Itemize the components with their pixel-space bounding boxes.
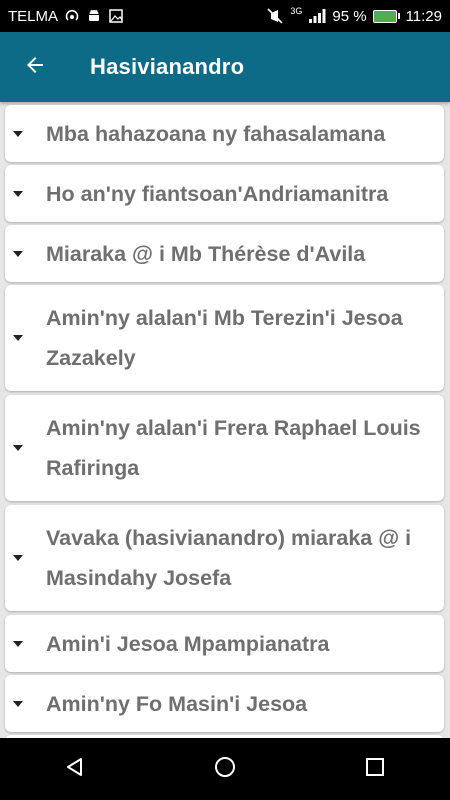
list-item-label: Mba hahazoana ny fahasalamana bbox=[46, 121, 386, 146]
circle-home-icon bbox=[213, 755, 237, 784]
list-item[interactable]: Amin'ny alalan'i Frera Raphael Louis Raf… bbox=[5, 395, 444, 501]
network-type: 3G bbox=[290, 6, 303, 16]
caret-down-icon bbox=[13, 700, 23, 707]
caret-down-icon bbox=[13, 555, 23, 561]
nav-home-button[interactable] bbox=[195, 739, 255, 799]
wifi-hotspot-icon bbox=[64, 8, 80, 24]
triangle-back-icon bbox=[64, 756, 86, 783]
nav-back-button[interactable] bbox=[45, 739, 105, 799]
nav-recents-button[interactable] bbox=[345, 739, 405, 799]
caret-down-icon bbox=[13, 445, 23, 451]
list-item-label: Amin'ny Fo Masin'i Jesoa bbox=[46, 691, 308, 716]
list-item[interactable]: Miaraka @ i Mb Thérèse d'Avila bbox=[5, 225, 444, 282]
battery-icon bbox=[372, 9, 400, 23]
caret-down-icon bbox=[13, 130, 23, 137]
list-item[interactable]: Amin'i Jesoa Mpampianatra bbox=[5, 615, 444, 672]
status-bar-left: TELMA bbox=[8, 8, 124, 25]
list-item-label: Amin'ny alalan'i Frera Raphael Louis Raf… bbox=[46, 416, 421, 480]
app-bar: Hasivianandro bbox=[0, 32, 450, 102]
caret-down-icon bbox=[13, 250, 23, 257]
prayer-list: Mba hahazoana ny fahasalamana Ho an'ny f… bbox=[0, 102, 450, 738]
caret-down-icon bbox=[13, 640, 23, 647]
square-recents-icon bbox=[364, 756, 386, 783]
list-item-label: Vavaka (hasivianandro) miaraka @ i Masin… bbox=[46, 526, 412, 590]
arrow-left-icon bbox=[23, 53, 47, 82]
caret-down-icon bbox=[13, 335, 23, 341]
list-item[interactable]: Amin'ny alalan'i Mb Terezin'i Jesoa Zaza… bbox=[5, 285, 444, 391]
battery-percent: 95 % bbox=[332, 7, 367, 25]
list-item[interactable]: Mba hahazoana ny fahasalamana bbox=[5, 105, 444, 162]
back-button[interactable] bbox=[0, 32, 70, 102]
page-title: Hasivianandro bbox=[90, 54, 245, 79]
list-item-label: Ho an'ny fiantsoan'Andriamanitra bbox=[46, 181, 389, 206]
list-item[interactable]: Vavaka (hasivianandro) miaraka @ i Masin… bbox=[5, 505, 444, 611]
list-item-label: Amin'i Jesoa Mpampianatra bbox=[46, 631, 330, 656]
list-item[interactable]: Ho an'ny fiantsoan'Andriamanitra bbox=[5, 165, 444, 222]
mute-icon bbox=[266, 7, 284, 25]
caret-down-icon bbox=[13, 190, 23, 197]
android-icon bbox=[86, 8, 102, 24]
list-item-label: Amin'ny alalan'i Mb Terezin'i Jesoa Zaza… bbox=[46, 306, 403, 370]
image-icon bbox=[108, 8, 124, 24]
status-bar: TELMA 3G 95 % 11:29 bbox=[0, 0, 450, 32]
list-item[interactable]: Amin'ny Fo Masin'i Jesoa bbox=[5, 675, 444, 732]
status-bar-right: 3G 95 % 11:29 bbox=[266, 6, 442, 25]
signal-icon bbox=[308, 8, 326, 24]
system-nav-bar bbox=[0, 738, 450, 800]
clock: 11:29 bbox=[405, 7, 442, 25]
list-item-label: Miaraka @ i Mb Thérèse d'Avila bbox=[46, 241, 366, 266]
carrier-name: TELMA bbox=[8, 7, 59, 25]
